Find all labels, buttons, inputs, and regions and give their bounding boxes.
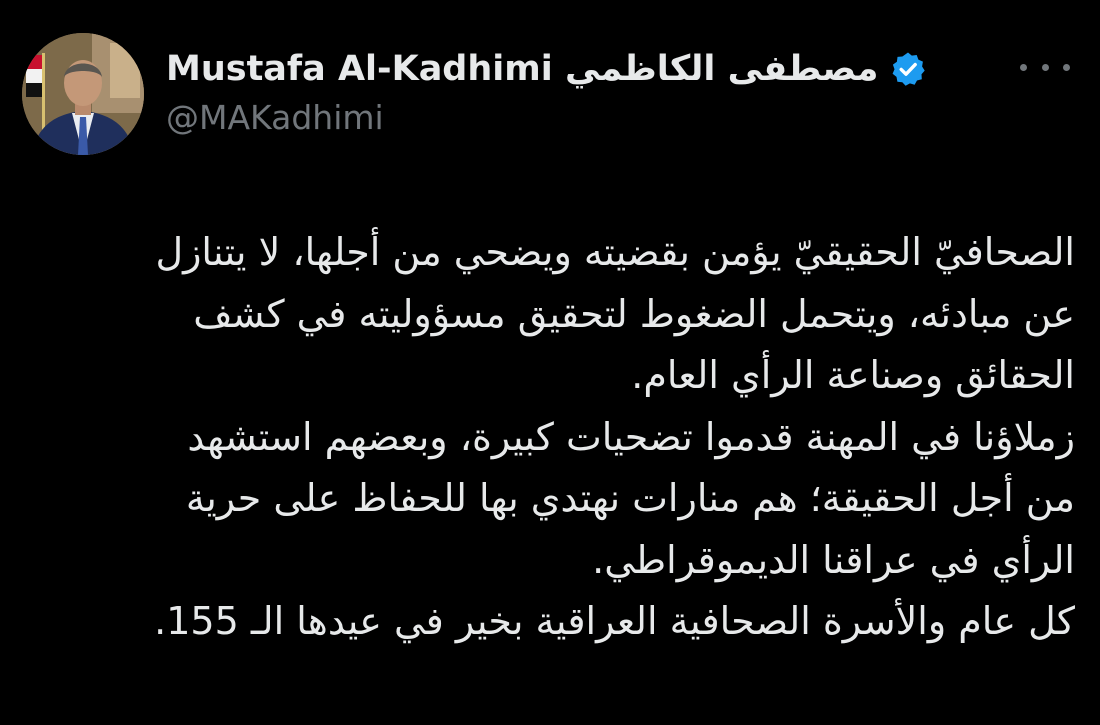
tweet-text-line: كل عام والأسرة الصحافية العراقية بخير في… bbox=[154, 599, 1075, 643]
author-handle[interactable]: @MAKadhimi bbox=[166, 98, 384, 137]
tweet-text: الصحافيّ الحقيقيّ يؤمن بقضيته ويضحي من أ… bbox=[40, 222, 1075, 653]
more-dot bbox=[1063, 63, 1070, 71]
verified-badge-icon bbox=[890, 51, 926, 87]
author-name-row: Mustafa Al-Kadhimi مصطفى الكاظمي bbox=[166, 44, 926, 94]
more-dot bbox=[1041, 63, 1049, 71]
more-horizontal-icon bbox=[1020, 63, 1027, 71]
tweet-text-line: الحقائق وصناعة الرأي العام. bbox=[631, 353, 1075, 397]
avatar[interactable] bbox=[22, 33, 144, 155]
more-options-button[interactable] bbox=[1020, 52, 1070, 82]
display-name[interactable]: Mustafa Al-Kadhimi مصطفى الكاظمي bbox=[166, 49, 878, 89]
tweet-card: Mustafa Al-Kadhimi مصطفى الكاظمي @MAKadh… bbox=[0, 0, 1100, 725]
tweet-text-line: الصحافيّ الحقيقيّ يؤمن بقضيته ويضحي من أ… bbox=[155, 230, 1075, 274]
tweet-text-line: زملاؤنا في المهنة قدموا تضحيات كبيرة، وب… bbox=[187, 414, 1075, 459]
tweet-text-line: عن مبادئه، ويتحمل الضغوط لتحقيق مسؤوليته… bbox=[193, 291, 1075, 336]
profile-photo bbox=[22, 33, 144, 155]
tweet-text-line: من أجل الحقيقة؛ هم منارات نهتدي بها للحف… bbox=[185, 476, 1075, 520]
tweet-text-line: الرأي في عراقنا الديموقراطي. bbox=[592, 537, 1075, 582]
